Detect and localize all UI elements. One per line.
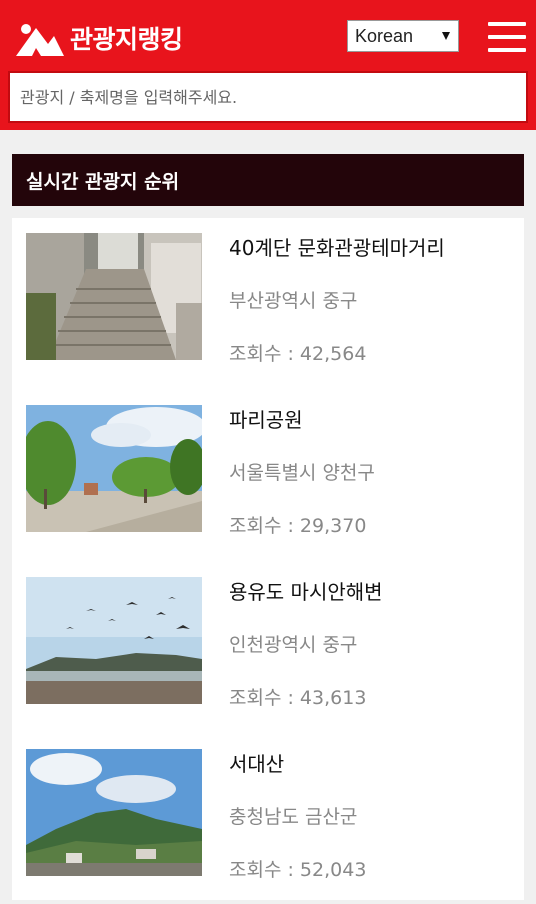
menu-icon-bar <box>488 22 526 26</box>
thumbnail-image <box>26 577 202 704</box>
list-item[interactable]: 서대산 충청남도 금산군 조회수 : 52,043 <box>12 734 524 904</box>
search-input[interactable] <box>10 73 526 121</box>
item-region: 충청남도 금산군 <box>229 806 358 828</box>
item-region: 부산광역시 중구 <box>229 290 358 312</box>
menu-button[interactable] <box>488 22 526 52</box>
item-region: 인천광역시 중구 <box>229 634 358 656</box>
language-selected-value: Korean <box>355 25 414 46</box>
list-item[interactable]: 40계단 문화관광테마거리 부산광역시 중구 조회수 : 42,564 <box>12 218 524 388</box>
menu-icon-bar <box>488 35 526 39</box>
park-trees-photo[interactable] <box>26 405 202 532</box>
item-views: 조회수 : 52,043 <box>229 859 367 881</box>
item-title[interactable]: 용유도 마시안해변 <box>229 576 383 605</box>
beach-seagulls-photo[interactable] <box>26 577 202 704</box>
mountain-logo-icon <box>16 24 64 56</box>
item-views: 조회수 : 43,613 <box>229 687 367 709</box>
stairs-alley-photo[interactable] <box>26 233 202 360</box>
thumbnail-image <box>26 749 202 876</box>
item-region: 서울특별시 양천구 <box>229 462 375 484</box>
menu-icon-bar <box>488 48 526 52</box>
language-select[interactable]: Korean <box>347 20 459 52</box>
thumbnail-image <box>26 233 202 360</box>
search-box <box>8 71 528 123</box>
dropdown-arrow-icon <box>442 32 450 40</box>
section-title: 실시간 관광지 순위 <box>12 154 524 206</box>
list-item[interactable]: 용유도 마시안해변 인천광역시 중구 조회수 : 43,613 <box>12 562 524 732</box>
item-title[interactable]: 40계단 문화관광테마거리 <box>229 232 445 261</box>
item-views: 조회수 : 29,370 <box>229 515 367 537</box>
ranking-list: 40계단 문화관광테마거리 부산광역시 중구 조회수 : 42,564 파리공원… <box>12 218 524 900</box>
thumbnail-image <box>26 405 202 532</box>
mountain-town-photo[interactable] <box>26 749 202 876</box>
item-title[interactable]: 파리공원 <box>229 404 303 433</box>
app-header: 관광지랭킹 Korean <box>0 0 536 130</box>
item-views: 조회수 : 42,564 <box>229 343 367 365</box>
site-title: 관광지랭킹 <box>70 25 183 54</box>
list-item[interactable]: 파리공원 서울특별시 양천구 조회수 : 29,370 <box>12 390 524 560</box>
site-logo[interactable]: 관광지랭킹 <box>14 18 183 58</box>
item-title[interactable]: 서대산 <box>229 748 284 777</box>
